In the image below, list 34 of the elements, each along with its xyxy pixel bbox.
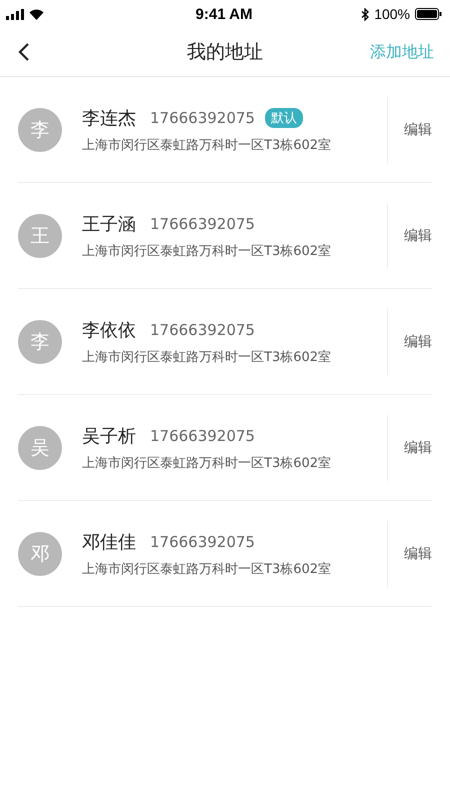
avatar: 吴: [18, 426, 62, 470]
contact-name: 李依依: [82, 318, 136, 342]
avatar: 邓: [18, 532, 62, 576]
phone-number: 17666392075: [150, 108, 255, 126]
page-title: 我的地址: [187, 40, 263, 65]
address-text: 上海市闵行区泰虹路万科时一区T3栋602室: [82, 560, 332, 578]
address-text: 上海市闵行区泰虹路万科时一区T3栋602室: [82, 136, 332, 154]
avatar: 王: [18, 214, 62, 258]
address-text: 上海市闵行区泰虹路万科时一区T3栋602室: [82, 348, 332, 366]
default-badge: 默认: [264, 108, 303, 128]
avatar: 李: [18, 108, 62, 152]
phone-number: 17666392075: [150, 426, 255, 444]
address-text: 上海市闵行区泰虹路万科时一区T3栋602室: [82, 242, 332, 260]
address-text: 上海市闵行区泰虹路万科时一区T3栋602室: [82, 454, 332, 472]
battery-icon: [415, 8, 442, 20]
signal-icon: [6, 8, 24, 20]
edit-button[interactable]: 编辑: [387, 96, 432, 162]
phone-number: 17666392075: [150, 532, 255, 550]
edit-button[interactable]: 编辑: [387, 308, 432, 374]
edit-button[interactable]: 编辑: [387, 520, 432, 586]
contact-name: 吴子析: [82, 424, 136, 448]
contact-name: 李连杰: [82, 106, 136, 130]
edit-button[interactable]: 编辑: [387, 414, 432, 480]
contact-name: 邓佳佳: [82, 530, 136, 554]
status-time: 9:41 AM: [196, 6, 252, 22]
contact-name: 王子涵: [82, 212, 136, 236]
wifi-icon: [29, 8, 44, 20]
back-icon: [18, 42, 30, 62]
phone-number: 17666392075: [150, 320, 255, 338]
phone-number: 17666392075: [150, 214, 255, 232]
bluetooth-icon: [361, 8, 370, 20]
avatar: 李: [18, 320, 62, 364]
battery-percent: 100%: [374, 6, 410, 22]
edit-button[interactable]: 编辑: [387, 202, 432, 268]
